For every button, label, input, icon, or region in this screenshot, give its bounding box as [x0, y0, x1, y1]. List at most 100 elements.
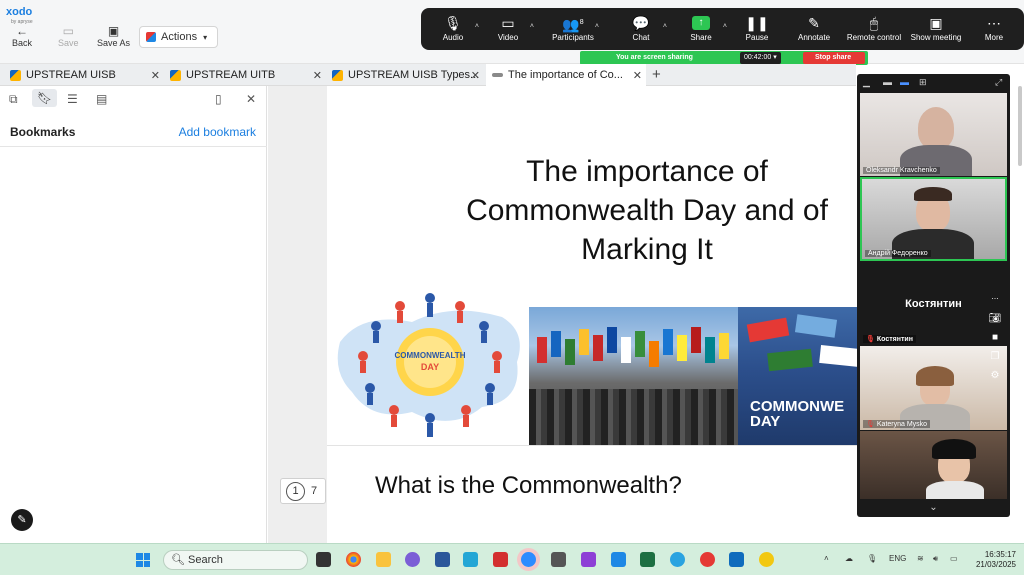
settings-gear-icon[interactable]: ⚙: [987, 366, 1003, 385]
word-icon[interactable]: [435, 552, 450, 567]
strip-view-icon[interactable]: ▬: [900, 77, 909, 87]
chevron-up-icon[interactable]: ˄: [663, 23, 667, 30]
stop-share-button[interactable]: Stop share: [803, 52, 865, 64]
red-circle-app-icon[interactable]: [700, 552, 715, 567]
sharing-status: You are screen sharing: [616, 54, 693, 61]
slide-divider: [327, 445, 867, 446]
bookmark-icon[interactable]: 🔖︎: [32, 89, 58, 107]
microphone-icon[interactable]: 🎙: [867, 554, 877, 563]
more-icon: ⋯: [987, 15, 1001, 31]
actions-dropdown[interactable]: Actions ▾: [139, 26, 218, 48]
participant-video-active-speaker[interactable]: Андрій Федоренко: [860, 177, 1007, 261]
close-icon[interactable]: ✕: [471, 69, 480, 82]
close-icon[interactable]: ✕: [633, 69, 642, 82]
tab-importance-of-commonwealth[interactable]: The importance of Co... ✕: [486, 64, 646, 86]
taskbar-clock[interactable]: 16:35:17 21/03/2025: [968, 550, 1016, 570]
camera-icon[interactable]: 📷︎: [987, 309, 1003, 328]
tab-upstream-uisb-types[interactable]: UPSTREAM UISB Types... ✕: [326, 64, 484, 86]
edit-pen-icon[interactable]: ✎: [11, 509, 33, 531]
language-indicator[interactable]: ENG: [889, 554, 906, 563]
remote-control-icon: 🖱: [869, 15, 879, 31]
telegram-icon[interactable]: [670, 552, 685, 567]
microphone-icon: 🎙: [444, 15, 462, 31]
zoom-annotate-button[interactable]: ✎ Annotate: [782, 13, 846, 42]
chrome-icon[interactable]: [346, 552, 361, 567]
taskbar-search-input[interactable]: 🔍︎ Search: [163, 550, 308, 570]
speaker-icon[interactable]: 🔊︎: [933, 554, 938, 564]
add-bookmark-link[interactable]: Add bookmark: [179, 125, 256, 139]
participant-display-name: Костянтин: [905, 297, 962, 310]
tab-label: UPSTREAM UISB Types...: [348, 69, 480, 81]
zoom-show-meeting-button[interactable]: ▣ Show meeting: [904, 13, 968, 42]
audio-label: Audio: [442, 33, 464, 42]
wifi-icon[interactable]: ≋: [917, 554, 924, 563]
close-icon[interactable]: ✕: [151, 69, 160, 82]
windows-start-icon[interactable]: [136, 553, 150, 567]
battery-icon[interactable]: ▭: [950, 554, 958, 563]
zoom-remote-control-button[interactable]: 🖱 Remote control: [842, 13, 906, 42]
save-as-button[interactable]: ▣ Save As: [97, 24, 130, 48]
close-icon[interactable]: ✕: [313, 69, 322, 82]
outlook-icon[interactable]: [729, 552, 744, 567]
actions-label: Actions: [161, 31, 198, 43]
participant-video[interactable]: [860, 431, 1007, 499]
zoom-more-button[interactable]: ⋯ More: [962, 13, 1024, 42]
muted-mic-icon: 🎙: [866, 336, 875, 343]
tab-upstream-uisb[interactable]: UPSTREAM UISB ✕: [4, 64, 164, 86]
scroll-down-chevron-icon[interactable]: ⌄: [857, 499, 1010, 517]
back-button[interactable]: ← Back: [12, 24, 32, 48]
share-screen-icon: ↑: [692, 16, 710, 30]
meeting-timer[interactable]: 00:42:00 ▾: [740, 52, 781, 64]
file-explorer-icon[interactable]: [376, 552, 391, 567]
chevron-up-icon[interactable]: ˄: [530, 23, 534, 30]
expand-icon[interactable]: ⤢: [995, 77, 1002, 88]
close-icon[interactable]: ✕: [246, 92, 256, 106]
timer-value: 00:42:00: [744, 54, 772, 61]
blue-app-icon[interactable]: [611, 552, 626, 567]
media-app-icon[interactable]: [551, 552, 566, 567]
comments-icon[interactable]: ▤: [96, 92, 107, 106]
new-tab-icon[interactable]: +: [652, 66, 661, 83]
app-icon[interactable]: [463, 552, 478, 567]
zoom-pause-button[interactable]: ❚❚ Pause: [725, 13, 789, 42]
zoom-participants-button[interactable]: 👥8 Participants ˄: [541, 13, 605, 42]
tab-upstream-uitb[interactable]: UPSTREAM UITB ✕: [164, 64, 326, 86]
copy-icon[interactable]: ❐: [987, 347, 1003, 366]
participant-video[interactable]: 🎙 Kateryna Mysko: [860, 346, 1007, 430]
page-indicator[interactable]: 1 7: [280, 478, 326, 504]
xodo-logo: xodo by apryse: [6, 2, 33, 25]
current-page-number[interactable]: 1: [286, 482, 305, 501]
split-view-icon[interactable]: ▯: [215, 92, 222, 106]
save-button[interactable]: ▭ Save: [58, 24, 79, 48]
viber-icon[interactable]: [405, 552, 420, 567]
thumbnails-icon[interactable]: ⧉: [9, 92, 18, 107]
minimize-icon[interactable]: ▁: [863, 77, 870, 88]
options-icon[interactable]: ⋯: [987, 290, 1003, 309]
excel-icon[interactable]: [640, 552, 655, 567]
video-side-tools: ⋯ 📷︎ ■ ❐ ⚙: [987, 290, 1003, 385]
zoom-video-button[interactable]: ▭ Video ˄: [476, 13, 540, 42]
participant-video[interactable]: Oleksandr Kravchenko: [860, 93, 1007, 176]
pause-icon: ❚❚: [745, 15, 769, 31]
zoom-chat-button[interactable]: 💬 Chat ˄: [609, 13, 673, 42]
participant-video-off[interactable]: Костянтин 🎙 Костянтин: [860, 262, 1007, 345]
windows-taskbar: 🔍︎ Search ˄ ☁ 🎙 ENG ≋ 🔊︎ ▭ 16:35:17 21/0…: [0, 543, 1024, 575]
participant-name: Oleksandr Kravchenko: [863, 167, 940, 174]
video-icon[interactable]: ■: [987, 328, 1003, 347]
yellow-app-icon[interactable]: [759, 552, 774, 567]
purple-app-icon[interactable]: [581, 552, 596, 567]
outline-list-icon[interactable]: ☰: [67, 92, 78, 106]
cloud-icon[interactable]: ☁: [845, 554, 853, 563]
zoom-participants-panel: ▁ ▬ ▬ ⊞ ⤢ Oleksandr Kravchenko Андрій Фе…: [857, 74, 1010, 517]
zoom-icon[interactable]: [521, 552, 536, 567]
zoom-share-button[interactable]: ↑ Share ˄: [669, 13, 733, 42]
vertical-scrollbar[interactable]: [1018, 86, 1022, 166]
gallery-grid-icon[interactable]: ⊞: [919, 77, 927, 88]
task-view-icon[interactable]: [316, 552, 331, 567]
speaker-view-icon[interactable]: ▬: [883, 77, 892, 87]
chevron-up-icon[interactable]: ˄: [595, 23, 599, 30]
participants-icon: 👥8: [562, 16, 584, 33]
chevron-up-icon[interactable]: ˄: [824, 554, 829, 563]
red-app-icon[interactable]: [493, 552, 508, 567]
panel-tab-strip: ⧉ 🔖︎ ☰ ▤ ▯ ✕: [0, 86, 267, 116]
